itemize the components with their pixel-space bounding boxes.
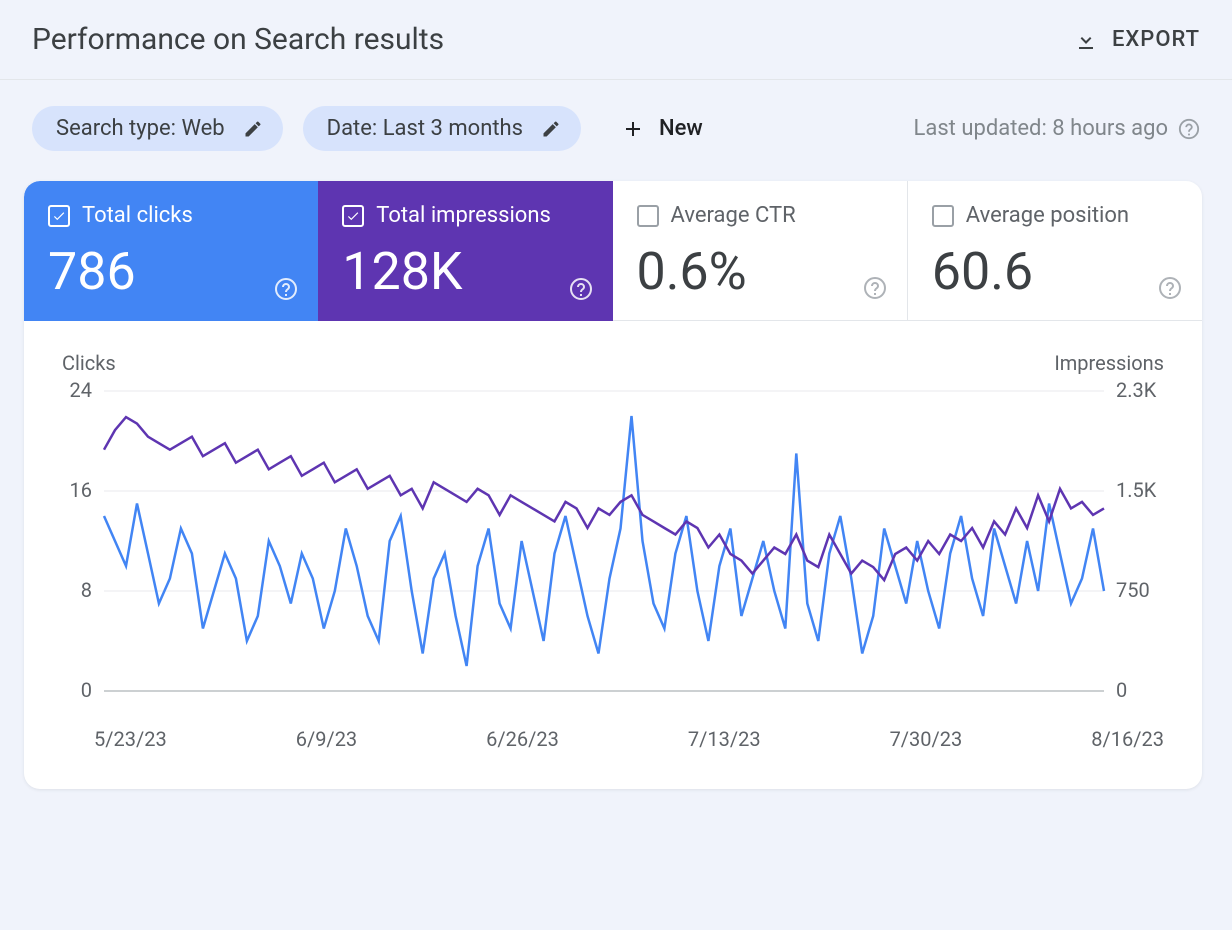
- svg-text:0: 0: [1116, 678, 1127, 702]
- metric-card-average-position[interactable]: Average position 60.6: [908, 181, 1202, 321]
- x-tick: 7/13/23: [688, 727, 761, 751]
- x-tick: 7/30/23: [890, 727, 963, 751]
- metric-label: Average position: [966, 203, 1129, 228]
- metric-card-total-impressions[interactable]: Total impressions 128K: [318, 181, 612, 321]
- x-tick: 5/23/23: [94, 727, 167, 751]
- metric-value: 60.6: [932, 246, 1178, 298]
- page-title: Performance on Search results: [32, 22, 444, 57]
- filter-chip-search-type[interactable]: Search type: Web: [32, 106, 283, 151]
- filter-chip-date-label: Date: Last 3 months: [327, 116, 523, 141]
- checkbox-icon: [932, 205, 954, 227]
- performance-card: Total clicks 786 Total impressions 128K: [24, 181, 1202, 789]
- metric-label: Total impressions: [376, 203, 551, 228]
- export-label: EXPORT: [1112, 27, 1200, 52]
- export-button[interactable]: EXPORT: [1074, 27, 1200, 52]
- add-filter-button[interactable]: New: [621, 116, 703, 141]
- plus-icon: [621, 117, 645, 141]
- help-icon[interactable]: [274, 277, 298, 301]
- checkbox-icon: [48, 205, 70, 227]
- checkbox-icon: [342, 205, 364, 227]
- metric-label: Total clicks: [82, 203, 193, 228]
- help-icon[interactable]: [569, 277, 593, 301]
- last-updated-text: Last updated: 8 hours ago: [914, 116, 1168, 141]
- add-filter-label: New: [659, 116, 703, 141]
- pencil-icon: [541, 119, 561, 139]
- help-icon[interactable]: [1158, 276, 1182, 300]
- download-icon: [1074, 28, 1098, 52]
- metric-card-total-clicks[interactable]: Total clicks 786: [24, 181, 318, 321]
- svg-text:24: 24: [70, 381, 92, 402]
- x-axis: 5/23/23 6/9/23 6/26/23 7/13/23 7/30/23 8/16/2…: [54, 711, 1172, 779]
- last-updated: Last updated: 8 hours ago: [914, 116, 1200, 141]
- x-tick: 6/26/23: [486, 727, 559, 751]
- svg-text:8: 8: [81, 578, 92, 602]
- checkbox-icon: [637, 205, 659, 227]
- pencil-icon: [243, 119, 263, 139]
- metric-value: 128K: [342, 246, 588, 298]
- x-tick: 6/9/23: [296, 727, 357, 751]
- help-icon[interactable]: [1178, 118, 1200, 140]
- metric-value: 786: [48, 246, 294, 298]
- svg-text:750: 750: [1116, 578, 1150, 602]
- help-icon[interactable]: [863, 276, 887, 300]
- metric-value: 0.6%: [637, 246, 883, 298]
- chart-area: Clicks Impressions 0 0 8 750 16 1.5K 24 2.3K 5/…: [24, 321, 1202, 789]
- x-tick: 8/16/23: [1091, 727, 1164, 751]
- right-axis-title: Impressions: [1054, 351, 1164, 375]
- metric-label: Average CTR: [671, 203, 796, 228]
- left-axis-title: Clicks: [62, 351, 116, 375]
- filter-chip-date[interactable]: Date: Last 3 months: [303, 106, 581, 151]
- svg-text:1.5K: 1.5K: [1116, 478, 1157, 502]
- svg-text:16: 16: [70, 478, 92, 502]
- svg-text:0: 0: [81, 678, 92, 702]
- svg-text:2.3K: 2.3K: [1116, 381, 1157, 402]
- metric-card-average-ctr[interactable]: Average CTR 0.6%: [613, 181, 908, 321]
- performance-chart: 0 0 8 750 16 1.5K 24 2.3K: [54, 381, 1164, 711]
- filter-chip-search-type-label: Search type: Web: [56, 116, 225, 141]
